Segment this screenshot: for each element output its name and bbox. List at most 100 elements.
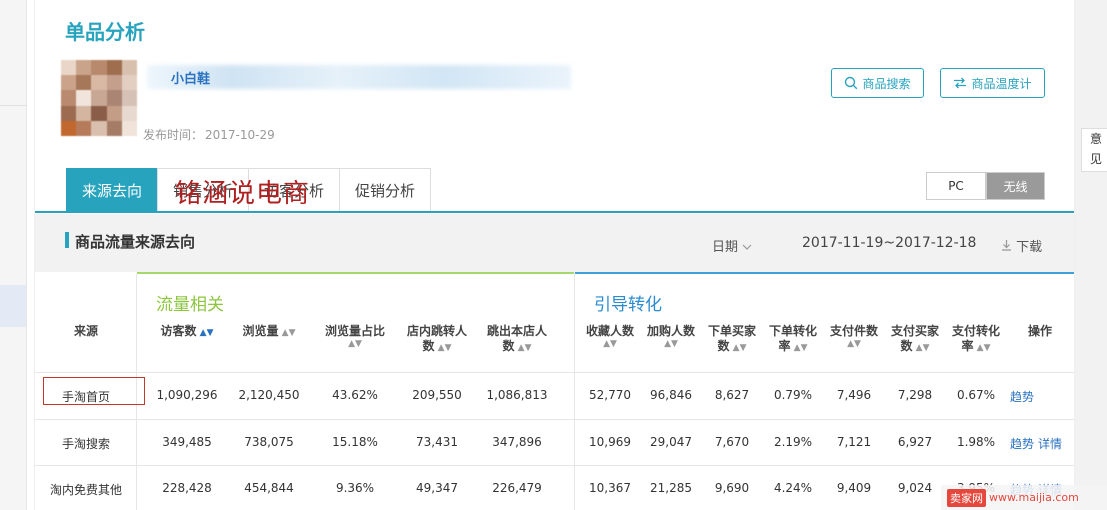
search-icon — [845, 76, 858, 90]
cell-add-cart: 29,047 — [650, 435, 692, 449]
product-name[interactable]: 小白鞋 — [171, 68, 210, 87]
sort-icon[interactable]: ▲▼ — [279, 328, 296, 338]
header-order-buyers-line1: 下单买家 — [707, 324, 756, 338]
cell-order-buyers: 7,670 — [714, 435, 750, 449]
header-pv-ratio-label: 浏览量占比 — [324, 324, 385, 338]
cell-paid-items: 7,496 — [836, 388, 872, 402]
header-favorites-label: 收藏人数 — [585, 324, 634, 338]
trend-link[interactable]: 趋势 — [1010, 435, 1034, 452]
column-divider — [574, 274, 575, 510]
product-temperature-label: 商品温度计 — [971, 76, 1032, 91]
header-order-conv[interactable]: 下单转化率 ▲▼ — [763, 324, 823, 356]
trend-link[interactable]: 趋势 — [1010, 388, 1034, 405]
cell-pageviews: 454,844 — [244, 481, 294, 495]
header-pageviews[interactable]: 浏览量 ▲▼ — [235, 324, 303, 341]
header-order-buyers[interactable]: 下单买家数 ▲▼ — [702, 324, 762, 356]
sort-icon[interactable]: ▲▼ — [580, 339, 640, 349]
sort-icon[interactable]: ▲▼ — [730, 343, 747, 353]
cell-pv-ratio: 15.18% — [332, 435, 378, 449]
site-watermark-logo: 卖家网 www.maijia.com — [941, 485, 1107, 510]
header-pv-ratio[interactable]: 浏览量占比 ▲▼ — [317, 324, 393, 349]
cell-order-conv: 4.24% — [773, 481, 813, 495]
cell-paid-buyers: 9,024 — [897, 481, 933, 495]
cell-exit-store: 347,896 — [492, 435, 542, 449]
date-dropdown[interactable]: 日期 — [712, 236, 752, 255]
cell-visitors: 1,090,296 — [156, 388, 218, 402]
header-paid-buyers-line1: 支付买家 — [890, 324, 939, 338]
sidebar-selected-item[interactable] — [0, 285, 26, 327]
sort-icon[interactable]: ▲▼ — [641, 339, 701, 349]
date-range: 2017-11-19~2017-12-18 — [802, 235, 977, 251]
cell-source: 手淘搜索 — [61, 437, 110, 451]
cell-paid-buyers: 6,927 — [897, 435, 933, 449]
cell-visitors: 228,428 — [162, 481, 212, 495]
sort-icon[interactable]: ▲▼ — [974, 343, 991, 353]
header-order-conv-line1: 下单转化 — [768, 324, 817, 338]
header-visitors-label: 访客数 — [160, 324, 197, 338]
section-title: 商品流量来源去向 — [75, 233, 196, 251]
date-label: 日期 — [712, 240, 739, 255]
tab-source-destination[interactable]: 来源去向 — [66, 168, 159, 211]
product-thumbnail[interactable] — [61, 60, 137, 136]
watermark-text: 铭涵说电商 — [175, 179, 311, 209]
download-label: 下载 — [1016, 240, 1043, 255]
toggle-wireless[interactable]: 无线 — [986, 172, 1045, 200]
cell-favorites: 10,367 — [589, 481, 631, 495]
sort-icon[interactable]: ▲▼ — [515, 343, 532, 353]
page-title: 单品分析 — [65, 20, 145, 44]
cell-pay-conv: 1.98% — [956, 435, 996, 449]
toggle-pc[interactable]: PC — [926, 172, 986, 200]
sort-icon[interactable]: ▲▼ — [317, 339, 393, 349]
traffic-group-title: 流量相关 — [156, 295, 224, 315]
header-in-store-jump-line1: 店内跳转人 — [406, 324, 467, 338]
detail-link[interactable]: 详情 — [1038, 435, 1062, 452]
chevron-down-icon — [742, 244, 752, 250]
header-exit-store-line1: 跳出本店人 — [486, 324, 547, 338]
cell-paid-buyers: 7,298 — [897, 388, 933, 402]
header-pay-conv-line2: 率 — [961, 339, 974, 353]
cell-add-cart: 21,285 — [650, 481, 692, 495]
sort-icon[interactable]: ▲▼ — [435, 343, 452, 353]
header-pay-conv[interactable]: 支付转化率 ▲▼ — [946, 324, 1006, 356]
sort-icon[interactable]: ▲▼ — [197, 328, 214, 338]
header-favorites[interactable]: 收藏人数 ▲▼ — [580, 324, 640, 349]
header-exit-store[interactable]: 跳出本店人数 ▲▼ — [480, 324, 554, 356]
sort-icon[interactable]: ▲▼ — [791, 343, 808, 353]
header-in-store-jump[interactable]: 店内跳转人数 ▲▼ — [400, 324, 474, 356]
cell-favorites: 10,969 — [589, 435, 631, 449]
product-search-label: 商品搜索 — [862, 76, 911, 91]
left-sidebar — [0, 0, 27, 510]
sort-icon[interactable]: ▲▼ — [913, 343, 930, 353]
cell-order-buyers: 8,627 — [714, 388, 750, 402]
product-temperature-button[interactable]: 商品温度计 — [940, 68, 1045, 98]
device-toggle: PC 无线 — [926, 172, 1045, 200]
header-paid-items[interactable]: 支付件数 ▲▼ — [824, 324, 884, 349]
main-panel: 单品分析 小白鞋 发布时间： 2017-10-29 商品搜索 商品温度计 来源去向… — [34, 0, 1075, 510]
cell-pageviews: 738,075 — [244, 435, 294, 449]
download-button[interactable]: 下载 — [1001, 236, 1042, 255]
header-add-cart[interactable]: 加购人数 ▲▼ — [641, 324, 701, 349]
header-paid-buyers-line2: 数 — [900, 339, 913, 353]
cell-source: 淘内免费其他 — [49, 483, 122, 497]
product-search-button[interactable]: 商品搜索 — [831, 68, 924, 98]
cell-paid-items: 7,121 — [836, 435, 872, 449]
conversion-group-line — [575, 272, 1074, 274]
site-url: www.maijia.com — [989, 491, 1079, 504]
header-paid-buyers[interactable]: 支付买家数 ▲▼ — [885, 324, 945, 356]
header-exit-store-line2: 数 — [502, 339, 515, 353]
publish-time: 发布时间： 2017-10-29 — [141, 126, 275, 143]
header-visitors[interactable]: 访客数 ▲▼ — [153, 324, 221, 341]
sort-icon[interactable]: ▲▼ — [824, 339, 884, 349]
cell-in-store-jump: 73,431 — [416, 435, 458, 449]
header-order-buyers-line2: 数 — [717, 339, 730, 353]
tab-promotion-analysis[interactable]: 促销分析 — [339, 168, 432, 211]
feedback-button[interactable]: 意见反馈 — [1081, 128, 1107, 172]
cell-order-buyers: 9,690 — [714, 481, 750, 495]
row-divider — [35, 465, 1074, 466]
cell-source: 手淘首页 — [61, 390, 110, 404]
publish-label: 发布时间： — [143, 128, 204, 142]
cell-pv-ratio: 9.36% — [335, 481, 375, 495]
cell-pay-conv: 0.67% — [956, 388, 996, 402]
cell-in-store-jump: 49,347 — [416, 481, 458, 495]
row-divider — [35, 372, 1074, 373]
